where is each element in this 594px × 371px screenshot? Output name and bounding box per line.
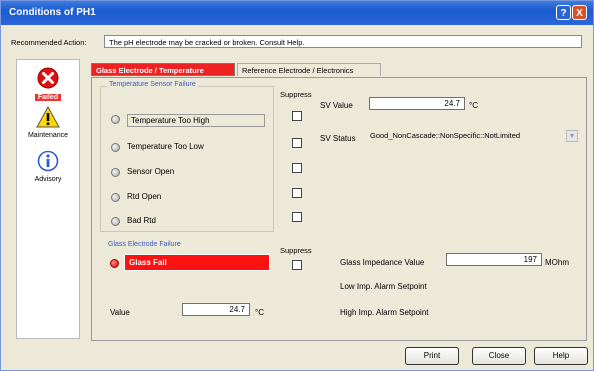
sv-status-label: SV Status bbox=[320, 134, 356, 143]
suppress-header: Suppress bbox=[280, 90, 312, 99]
tab-glass-electrode-temperature[interactable]: Glass Electrode / Temperature bbox=[91, 63, 235, 76]
sv-status-dropdown[interactable]: ▼ bbox=[566, 130, 578, 142]
recommended-action-row: Recommended Action: The pH electrode may… bbox=[7, 33, 587, 49]
suppress-checkbox[interactable] bbox=[292, 188, 302, 198]
sv-value-field: 24.7 bbox=[369, 97, 465, 110]
value-unit: °C bbox=[255, 308, 264, 317]
suppress-checkbox[interactable] bbox=[292, 138, 302, 148]
group-title: Temperature Sensor Failure bbox=[107, 81, 198, 88]
suppress-checkbox[interactable] bbox=[292, 260, 302, 270]
help-button[interactable]: Help bbox=[534, 347, 588, 365]
group-title: Glass Electrode Failure bbox=[106, 241, 183, 248]
status-indicator bbox=[111, 143, 120, 152]
print-button[interactable]: Print bbox=[405, 347, 459, 365]
title-help-button[interactable]: ? bbox=[556, 5, 571, 20]
sidebar-item-label: Advisory bbox=[34, 176, 62, 183]
status-indicator bbox=[111, 217, 120, 226]
tab-panel: Temperature Sensor Failure Temperature T… bbox=[91, 77, 587, 341]
status-indicator bbox=[111, 115, 120, 124]
sidebar-item-maintenance[interactable]: Maintenance bbox=[17, 105, 79, 139]
info-icon bbox=[37, 150, 59, 172]
sensor-label: Sensor Open bbox=[127, 167, 175, 176]
recommended-action-text: The pH electrode may be cracked or broke… bbox=[104, 35, 582, 48]
suppress-checkbox[interactable] bbox=[292, 212, 302, 222]
suppress-checkbox[interactable] bbox=[292, 163, 302, 173]
sidebar-item-label: Maintenance bbox=[27, 132, 69, 139]
condition-category-sidebar: Failed Maintenance Advisory bbox=[16, 59, 80, 339]
sidebar-item-advisory[interactable]: Advisory bbox=[17, 150, 79, 183]
status-indicator bbox=[111, 193, 120, 202]
sv-value-label: SV Value bbox=[320, 101, 353, 110]
close-button[interactable]: Close bbox=[472, 347, 526, 365]
glass-fail-status: Glass Fail bbox=[124, 254, 270, 271]
recommended-action-label: Recommended Action: bbox=[11, 38, 87, 47]
error-icon bbox=[37, 67, 59, 89]
low-imp-alarm-label: Low Imp. Alarm Setpoint bbox=[340, 282, 427, 291]
value-field: 24.7 bbox=[182, 303, 250, 316]
sv-status-value: Good_NonCascade::NonSpecific::NotLimited bbox=[370, 131, 521, 140]
status-indicator bbox=[111, 168, 120, 177]
glass-impedance-unit: MOhm bbox=[545, 258, 569, 267]
value-label: Value bbox=[110, 308, 130, 317]
tab-reference-electrode-electronics[interactable]: Reference Electrode / Electronics bbox=[237, 63, 381, 76]
title-bar: Conditions of PH1 ? X bbox=[1, 1, 593, 25]
sensor-label: Temperature Too Low bbox=[127, 142, 204, 151]
title-close-button[interactable]: X bbox=[572, 5, 587, 20]
sidebar-item-failed[interactable]: Failed bbox=[17, 66, 79, 101]
sensor-label: Temperature Too High bbox=[127, 114, 265, 127]
sensor-label: Rtd Open bbox=[127, 192, 162, 201]
sidebar-item-label: Failed bbox=[34, 94, 62, 101]
suppress-checkbox[interactable] bbox=[292, 111, 302, 121]
sensor-label: Bad Rtd bbox=[127, 216, 156, 225]
window-title: Conditions of PH1 bbox=[9, 7, 96, 18]
glass-fail-indicator bbox=[110, 259, 119, 268]
button-bar: Print Close Help bbox=[1, 343, 593, 371]
high-imp-alarm-label: High Imp. Alarm Setpoint bbox=[340, 308, 429, 317]
temperature-sensor-failure-group: Temperature Sensor Failure Temperature T… bbox=[100, 81, 274, 232]
warning-icon bbox=[36, 105, 60, 128]
suppress-header: Suppress bbox=[280, 246, 312, 255]
glass-impedance-field: 197 bbox=[446, 253, 542, 266]
sv-value-unit: °C bbox=[469, 101, 478, 110]
conditions-dialog: Conditions of PH1 ? X Recommended Action… bbox=[0, 0, 594, 371]
glass-impedance-label: Glass Impedance Value bbox=[340, 258, 425, 267]
